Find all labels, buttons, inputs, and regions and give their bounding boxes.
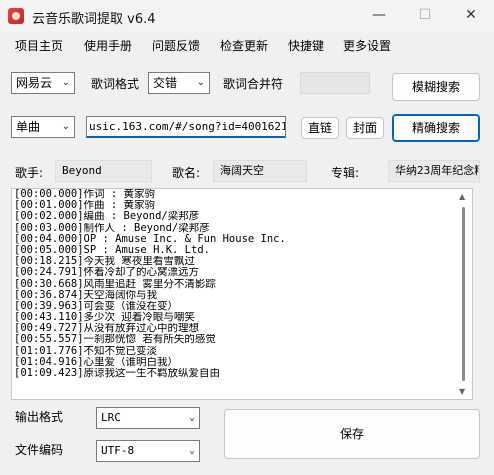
- lyric-line: [00:49.727]从没有放弃过心中的理想: [14, 323, 200, 335]
- album-label: 专辑:: [331, 166, 360, 180]
- lyric-line: [01:01.776]不知不觉已变淡: [14, 345, 158, 357]
- album-field[interactable]: 华纳23周年纪念精选: [388, 160, 480, 182]
- scroll-down-arrow-icon[interactable]: ▼: [459, 387, 465, 396]
- direct-link-button[interactable]: 直链: [301, 117, 339, 139]
- title-bar: 云音乐歌词提取 v6.4 — ☐ ✕: [0, 0, 494, 32]
- lyric-lines: [00:00.000]作词 : 黄家驹 [00:01.000]作曲 : 黄家驹 …: [14, 189, 454, 379]
- scrollbar-thumb[interactable]: [462, 207, 465, 381]
- file-encoding-select[interactable]: UTF-8 ⌄: [96, 440, 200, 462]
- menu-shortcuts[interactable]: 快捷键: [288, 37, 324, 54]
- chevron-down-icon: ⌄: [61, 77, 70, 88]
- type-select[interactable]: 单曲 ⌄: [11, 116, 75, 138]
- output-format-select[interactable]: LRC ⌄: [96, 407, 200, 429]
- lyric-line: [00:43.110]多少次 迎着冷眼与嘲笑: [14, 312, 195, 324]
- lyric-line: [00:01.000]作曲 : 黄家驹: [14, 200, 156, 212]
- lyric-line: [00:30.668]风雨里追赶 雾里分不清影踪: [14, 278, 216, 290]
- lyric-line: [00:36.874]天空海阔你与我: [14, 289, 158, 301]
- chevron-down-icon: ⌄: [61, 121, 70, 132]
- vertical-scrollbar[interactable]: ▲ ▼: [456, 189, 472, 399]
- lyric-line: [00:55.557]一刹那恍惚 若有所失的感觉: [14, 334, 216, 346]
- song-name-label: 歌名:: [172, 166, 201, 180]
- cover-button[interactable]: 封面: [346, 117, 384, 139]
- lyrics-textarea[interactable]: [00:00.000]作词 : 黄家驹 [00:01.000]作曲 : 黄家驹 …: [11, 188, 473, 400]
- song-name-field[interactable]: 海阔天空: [213, 160, 307, 182]
- lyric-line: [00:24.791]怀着冷却了的心窝漂远方: [14, 267, 200, 279]
- lyric-line: [00:03.000]制作人 : Beyond/梁邦彦: [14, 222, 210, 234]
- lyric-format-label: 歌词格式: [91, 77, 140, 91]
- lyric-line: [00:04.000]OP : Amuse Inc. & Fun House I…: [14, 233, 286, 245]
- chevron-down-icon: ⌄: [188, 412, 195, 423]
- lyric-line: [00:18.215]今天我 寒夜里看雪飘过: [14, 256, 195, 268]
- lyric-format-select[interactable]: 交错 ⌄: [148, 72, 210, 94]
- merge-char-input[interactable]: [300, 72, 370, 94]
- menu-user-manual[interactable]: 使用手册: [84, 37, 132, 54]
- window-title: 云音乐歌词提取 v6.4: [32, 12, 156, 27]
- lyric-line: [00:05.000]SP : Amuse H.K. Ltd.: [14, 244, 210, 256]
- lyric-line: [00:39.963]可会变（谁没在变）: [14, 300, 179, 312]
- close-button[interactable]: ✕: [448, 0, 494, 30]
- lyric-line: [01:09.423]原谅我这一生不羁放纵爱自由: [14, 368, 221, 379]
- output-format-value: LRC: [101, 411, 121, 424]
- fuzzy-search-button[interactable]: 模糊搜索: [392, 73, 480, 101]
- song-url-input[interactable]: usic.163.com/#/song?id=400162138: [86, 116, 286, 138]
- menu-bar: 项目主页 使用手册 问题反馈 检查更新 快捷键 更多设置: [0, 32, 494, 56]
- chevron-down-icon: ⌄: [196, 77, 205, 88]
- singer-field[interactable]: Beyond: [55, 160, 152, 182]
- maximize-button[interactable]: ☐: [402, 0, 448, 30]
- exact-search-button[interactable]: 精确搜索: [392, 114, 480, 142]
- app-icon: [8, 8, 24, 24]
- source-select-value: 网易云: [16, 76, 53, 90]
- source-select[interactable]: 网易云 ⌄: [11, 72, 75, 94]
- lyric-line: [01:04.916]心里爱（谁明白我）: [14, 356, 179, 368]
- singer-label: 歌手:: [15, 166, 44, 180]
- save-button[interactable]: 保存: [224, 409, 480, 459]
- menu-more-settings[interactable]: 更多设置: [343, 37, 391, 54]
- scroll-up-arrow-icon[interactable]: ▲: [459, 192, 465, 201]
- output-format-label: 输出格式: [15, 410, 64, 424]
- merge-char-label: 歌词合并符: [223, 77, 284, 91]
- file-encoding-value: UTF-8: [101, 444, 135, 457]
- menu-check-update[interactable]: 检查更新: [220, 37, 268, 54]
- chevron-down-icon: ⌄: [188, 445, 195, 456]
- file-encoding-label: 文件编码: [15, 443, 64, 457]
- menu-project-home[interactable]: 项目主页: [15, 37, 63, 54]
- lyric-format-value: 交错: [153, 76, 178, 90]
- lyric-line: [00:02.000]编曲 : Beyond/梁邦彦: [14, 211, 200, 223]
- type-select-value: 单曲: [16, 120, 41, 134]
- menu-feedback[interactable]: 问题反馈: [152, 37, 200, 54]
- minimize-button[interactable]: —: [356, 0, 402, 30]
- lyric-line: [00:00.000]作词 : 黄家驹: [14, 189, 156, 200]
